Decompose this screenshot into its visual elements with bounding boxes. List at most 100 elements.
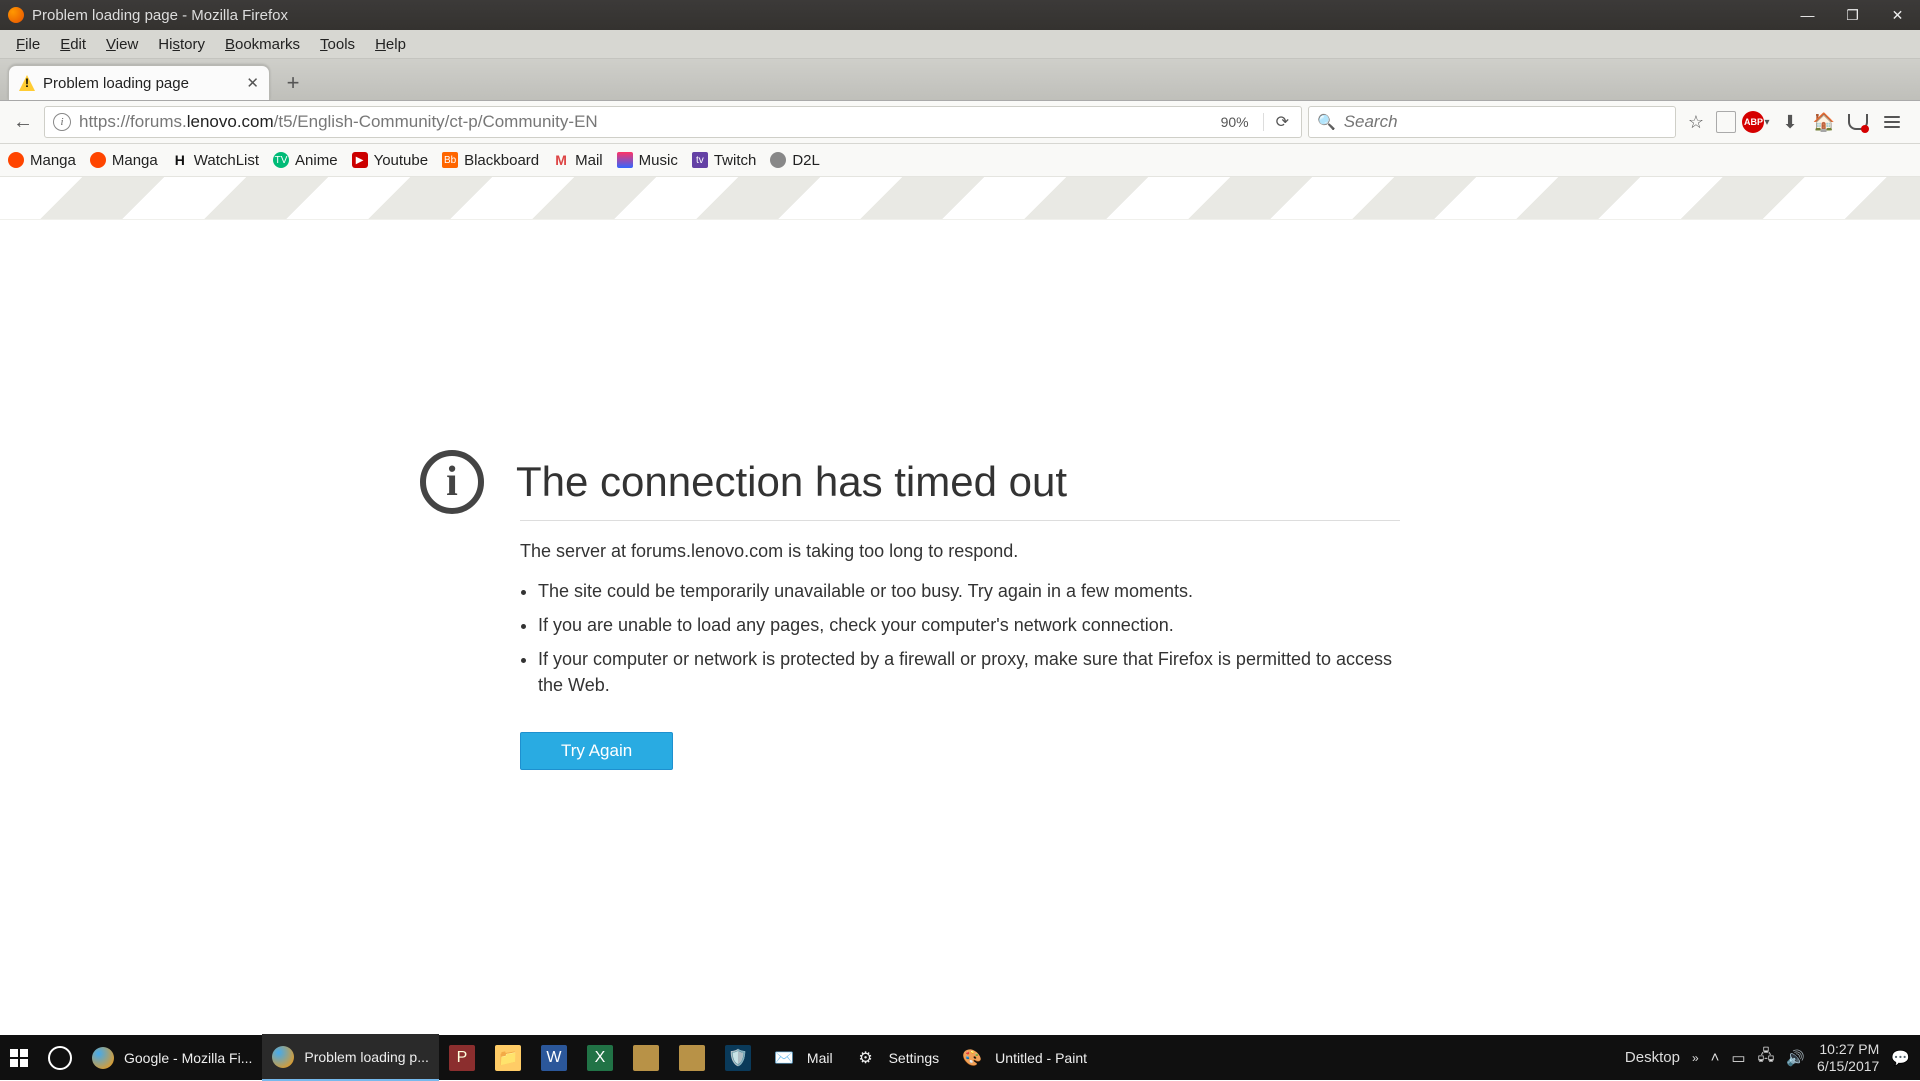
tray-chevron-up-icon[interactable]: ˄ (1711, 1049, 1720, 1066)
bookmark-label: Manga (30, 152, 76, 169)
error-point: If you are unable to load any pages, che… (538, 612, 1400, 638)
warning-icon (19, 75, 35, 91)
window-close-button[interactable]: ✕ (1875, 0, 1920, 30)
taskbar-item-lol-1[interactable] (623, 1035, 669, 1080)
pdf-icon: P (449, 1045, 475, 1071)
taskbar-item-google[interactable]: Google - Mozilla Fi... (82, 1035, 262, 1080)
error-divider (520, 520, 1400, 521)
lol-icon (679, 1045, 705, 1071)
bookmark-watchlist[interactable]: HWatchList (172, 152, 259, 169)
url-bar[interactable]: i https://forums.lenovo.com/t5/English-C… (44, 106, 1302, 138)
adblock-plus-icon[interactable]: ABP▾ (1742, 108, 1770, 136)
try-again-button[interactable]: Try Again (520, 732, 673, 770)
battery-icon[interactable]: ▭ (1731, 1049, 1745, 1067)
blackboard-icon: Bb (442, 152, 458, 168)
bookmark-label: Mail (575, 152, 603, 169)
menu-help[interactable]: Help (365, 34, 416, 55)
clock-date: 6/15/2017 (1817, 1058, 1879, 1074)
home-button[interactable]: 🏠 (1810, 108, 1838, 136)
nav-toolbar: ← i https://forums.lenovo.com/t5/English… (0, 101, 1920, 144)
url-text: https://forums.lenovo.com/t5/English-Com… (79, 112, 1207, 132)
windows-logo-icon (10, 1049, 28, 1067)
search-icon: 🔍 (1317, 113, 1336, 131)
pocket-icon[interactable] (1844, 108, 1872, 136)
hamburger-menu-button[interactable] (1878, 108, 1906, 136)
bookmark-mail[interactable]: M Mail (553, 152, 603, 169)
error-point: The site could be temporarily unavailabl… (538, 578, 1400, 604)
desktop-toolbar-label[interactable]: Desktop (1625, 1049, 1680, 1066)
library-icon[interactable] (1716, 111, 1736, 133)
globe-icon (770, 152, 786, 168)
bookmark-manga-2[interactable]: Manga (90, 152, 158, 169)
taskbar-item-settings[interactable]: Settings (843, 1035, 950, 1080)
taskbar-item-word[interactable]: W (531, 1035, 577, 1080)
network-icon[interactable]: 🖧 (1758, 1045, 1775, 1070)
reddit-icon (90, 152, 106, 168)
taskbar-item-excel[interactable]: X (577, 1035, 623, 1080)
cortana-button[interactable] (38, 1035, 82, 1080)
new-tab-button[interactable]: + (278, 68, 308, 98)
menu-view[interactable]: View (96, 34, 148, 55)
bookmark-music[interactable]: Music (617, 152, 678, 169)
menu-edit[interactable]: Edit (50, 34, 96, 55)
menu-bookmarks[interactable]: Bookmarks (215, 34, 310, 55)
site-info-icon[interactable]: i (53, 113, 71, 131)
cortana-icon (48, 1046, 72, 1070)
zoom-level[interactable]: 90% (1215, 114, 1255, 130)
taskbar-item-rocket-league[interactable]: 🛡️ (715, 1035, 761, 1080)
music-icon (617, 152, 633, 168)
taskbar-item-label: Settings (889, 1050, 940, 1066)
clock-time: 10:27 PM (1817, 1041, 1879, 1057)
bookmark-star-icon[interactable]: ☆ (1682, 108, 1710, 136)
taskbar-item-pdf[interactable]: P (439, 1035, 485, 1080)
window-minimize-button[interactable]: — (1785, 0, 1830, 30)
back-button[interactable]: ← (8, 107, 38, 137)
bookmark-label: D2L (792, 152, 820, 169)
taskbar-item-mail[interactable]: ✉️Mail (761, 1035, 843, 1080)
urlbar-separator (1263, 113, 1264, 131)
volume-icon[interactable]: 🔊 (1786, 1049, 1805, 1067)
gear-icon (853, 1045, 879, 1071)
h-icon: H (172, 152, 188, 168)
search-input[interactable] (1342, 111, 1667, 133)
menu-tools[interactable]: Tools (310, 34, 365, 55)
window-title-bar: Problem loading page - Mozilla Firefox —… (0, 0, 1920, 30)
tv-icon: TV (273, 152, 289, 168)
gmail-icon: M (553, 152, 569, 168)
bookmark-label: Manga (112, 152, 158, 169)
firefox-icon (8, 7, 24, 23)
bookmark-anime[interactable]: TV Anime (273, 152, 338, 169)
rocket-league-icon: 🛡️ (725, 1045, 751, 1071)
menu-file[interactable]: File (6, 34, 50, 55)
tray-overflow-icon[interactable]: » (1692, 1051, 1699, 1065)
taskbar-item-problem-loading[interactable]: Problem loading p... (262, 1034, 439, 1081)
taskbar-clock[interactable]: 10:27 PM 6/15/2017 (1817, 1041, 1879, 1073)
word-icon: W (541, 1045, 567, 1071)
reload-button[interactable]: ⟳ (1272, 112, 1293, 132)
tab-strip: Problem loading page ✕ + (0, 59, 1920, 101)
window-title: Problem loading page - Mozilla Firefox (32, 7, 288, 24)
menu-history[interactable]: History (148, 34, 215, 55)
bookmark-label: Anime (295, 152, 338, 169)
action-center-icon[interactable]: 💬 (1891, 1049, 1910, 1067)
bookmark-blackboard[interactable]: BbBlackboard (442, 152, 539, 169)
taskbar-item-explorer[interactable]: 📁 (485, 1035, 531, 1080)
bookmark-youtube[interactable]: ▶Youtube (352, 152, 429, 169)
taskbar-item-label: Problem loading p... (304, 1049, 429, 1065)
tab-close-button[interactable]: ✕ (234, 74, 259, 92)
bookmark-d2l[interactable]: D2L (770, 152, 820, 169)
start-button[interactable] (0, 1035, 38, 1080)
taskbar-item-paint[interactable]: 🎨Untitled - Paint (949, 1035, 1097, 1080)
error-title: The connection has timed out (516, 458, 1067, 506)
firefox-icon (92, 1047, 114, 1069)
window-maximize-button[interactable]: ❐ (1830, 0, 1875, 30)
bookmark-twitch[interactable]: tvTwitch (692, 152, 757, 169)
taskbar-item-lol-2[interactable] (669, 1035, 715, 1080)
downloads-icon[interactable]: ⬇ (1776, 108, 1804, 136)
bookmark-label: Youtube (374, 152, 429, 169)
taskbar-item-label: Google - Mozilla Fi... (124, 1050, 252, 1066)
search-box[interactable]: 🔍 (1308, 106, 1676, 138)
bookmark-manga-1[interactable]: Manga (8, 152, 76, 169)
tab-problem-loading-page[interactable]: Problem loading page ✕ (8, 65, 270, 100)
error-point: If your computer or network is protected… (538, 646, 1400, 698)
